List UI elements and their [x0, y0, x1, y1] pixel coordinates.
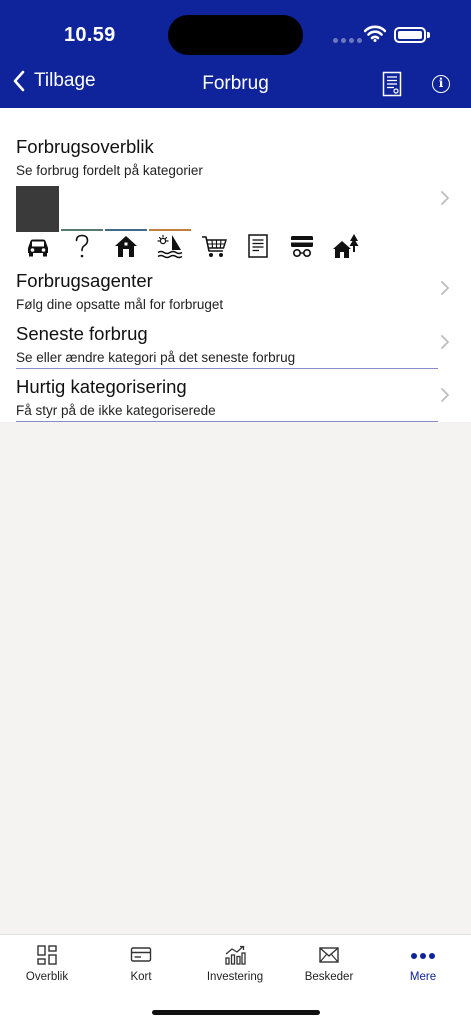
battery-icon — [394, 27, 426, 43]
tab-investering[interactable]: Investering — [188, 935, 282, 1001]
status-time: 10.59 — [64, 24, 116, 46]
tab-overblik[interactable]: Overblik — [0, 935, 94, 1001]
back-label: Tilbage — [34, 70, 96, 91]
divider — [16, 421, 438, 422]
more-icon — [411, 953, 435, 959]
quick-subtitle: Få styr på de ikke kategoriserede — [16, 403, 216, 418]
quick-categorization-section[interactable]: Hurtig kategorisering Få styr på de ikke… — [16, 376, 438, 418]
recent-title: Seneste forbrug — [16, 323, 148, 344]
document-icon — [248, 234, 268, 258]
leisure-icon — [157, 234, 183, 259]
category-bar-line — [149, 229, 191, 231]
category-bars — [16, 186, 196, 232]
agents-subtitle: Følg dine opsatte mål for forbruget — [16, 297, 224, 312]
question-icon — [75, 234, 89, 258]
chevron-right-icon[interactable] — [440, 190, 450, 206]
tab-label: Overblik — [25, 971, 69, 983]
category-bar-primary — [16, 186, 59, 232]
info-icon[interactable]: i — [432, 75, 450, 93]
cellular-signal-icon — [333, 38, 362, 43]
overview-subtitle: Se forbrug fordelt på kategorier — [16, 163, 203, 178]
tab-label: Mere — [409, 971, 437, 983]
category-bar-line — [61, 229, 103, 231]
category-bar-line — [105, 229, 147, 231]
chevron-right-icon[interactable] — [440, 280, 450, 296]
grid-icon — [37, 945, 57, 965]
house-icon — [115, 236, 137, 257]
category-icons — [16, 232, 376, 260]
tab-kort[interactable]: Kort — [94, 935, 188, 1001]
overview-section[interactable]: Forbrugsoverblik Se forbrug fordelt på k… — [16, 136, 438, 178]
document-list-icon[interactable] — [382, 71, 402, 97]
recent-subtitle: Se eller ændre kategori på det seneste f… — [16, 350, 296, 365]
status-bar: 10.59 — [0, 0, 471, 60]
mail-icon — [319, 947, 339, 963]
wifi-icon — [364, 25, 386, 42]
divider — [16, 368, 438, 369]
tab-label: Kort — [130, 971, 152, 983]
tab-label: Beskeder — [304, 971, 354, 983]
shopping-cart-icon — [202, 236, 227, 257]
transport-icon — [291, 236, 313, 257]
chevron-left-icon — [13, 70, 25, 92]
battery-tip — [427, 32, 430, 38]
overview-title: Forbrugsoverblik — [16, 136, 154, 157]
back-button[interactable]: Tilbage — [12, 70, 96, 92]
agents-title: Forbrugsagenter — [16, 270, 153, 291]
tab-label: Investering — [206, 971, 264, 983]
agents-section[interactable]: Forbrugsagenter Følg dine opsatte mål fo… — [16, 270, 438, 312]
chevron-right-icon[interactable] — [440, 334, 450, 350]
home-tree-icon — [333, 234, 359, 258]
car-icon — [28, 239, 48, 257]
card-icon — [130, 947, 152, 962]
home-indicator — [152, 1010, 320, 1015]
content-list: Forbrugsoverblik Se forbrug fordelt på k… — [0, 108, 471, 422]
chart-icon — [225, 945, 246, 965]
dynamic-island — [168, 15, 303, 55]
chevron-right-icon[interactable] — [440, 387, 450, 403]
nav-bar: Forbrug Tilbage i — [0, 60, 471, 108]
tab-beskeder[interactable]: Beskeder — [282, 935, 376, 1001]
quick-title: Hurtig kategorisering — [16, 376, 187, 397]
recent-section[interactable]: Seneste forbrug Se eller ændre kategori … — [16, 323, 438, 365]
tab-mere[interactable]: Mere — [376, 935, 470, 1001]
